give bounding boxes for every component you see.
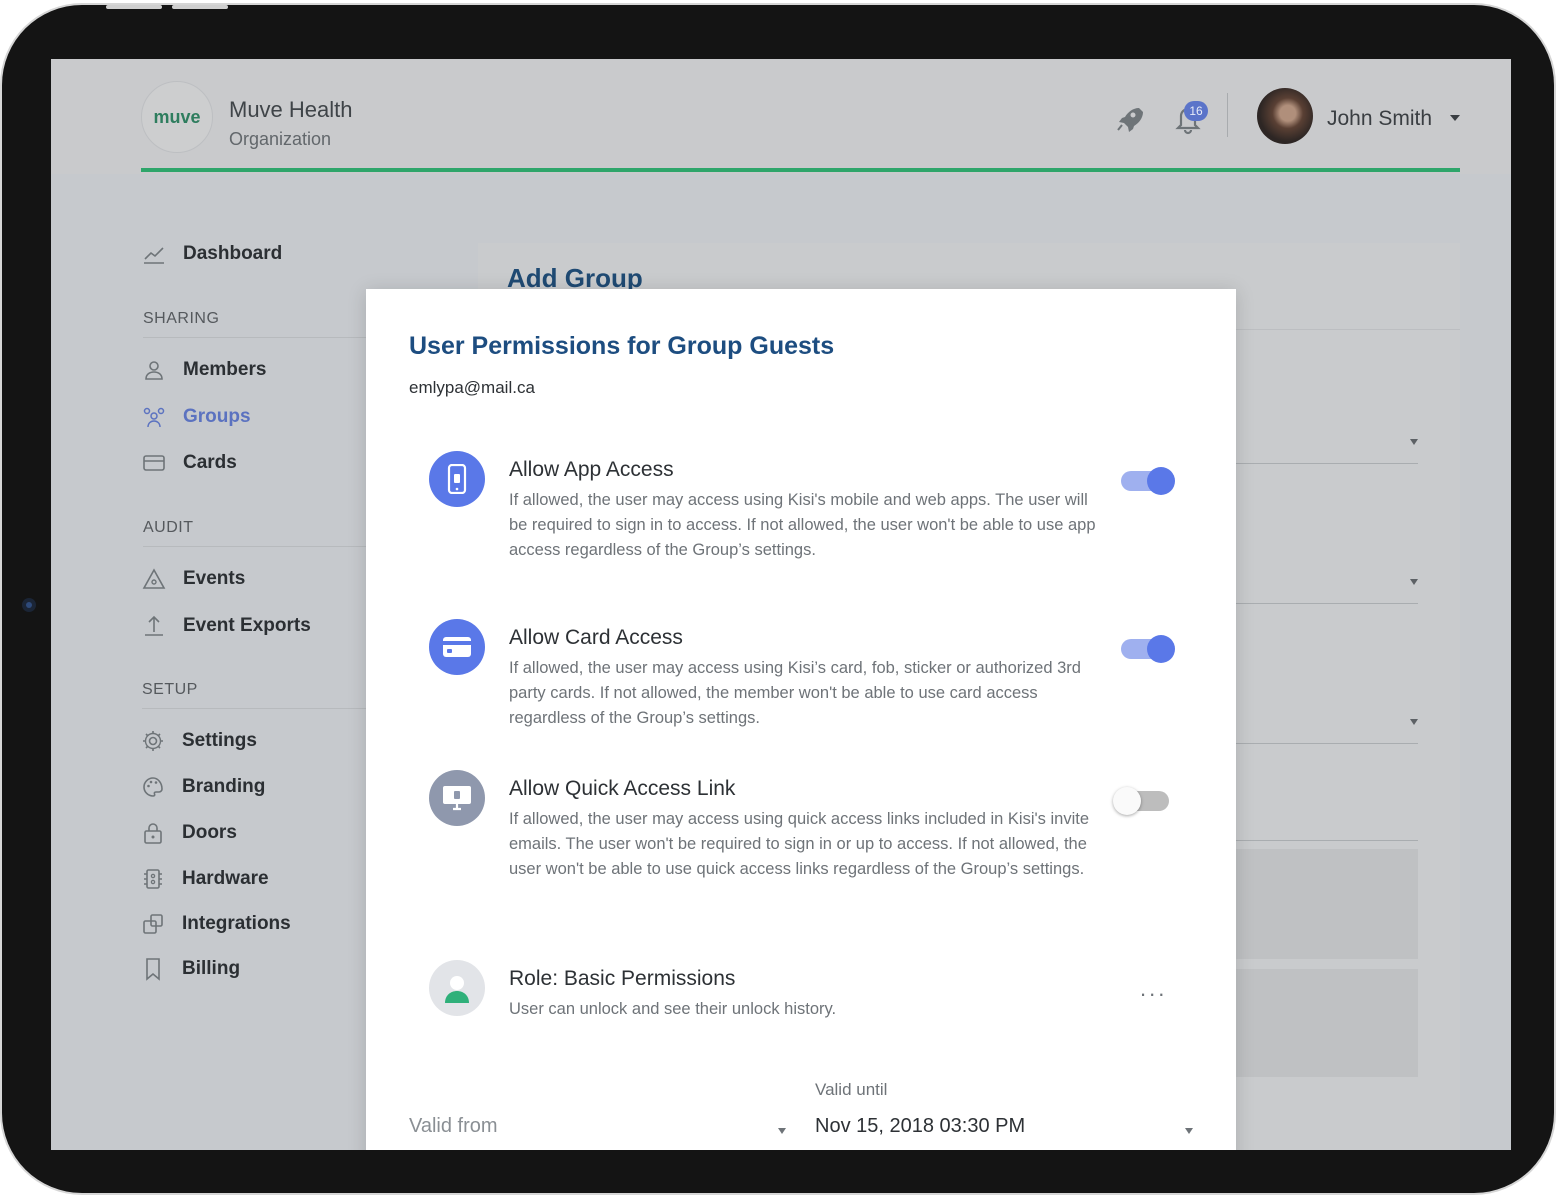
logo-text: muve [153,106,201,127]
sidebar-divider [143,546,367,547]
sidebar-item-label: Doors [182,822,237,843]
field-underline [1236,840,1418,841]
sidebar-item-events[interactable]: Events [142,567,245,591]
permission-description: If allowed, the user may access using qu… [509,810,1089,878]
sidebar-item-settings[interactable]: Settings [141,729,257,753]
modal-title: User Permissions for Group Guests [409,332,835,360]
sidebar-item-dashboard[interactable]: Dashboard [142,242,282,266]
permission-title: Allow Card Access [509,626,683,649]
org-subtitle: Organization [229,129,332,149]
more-options-icon[interactable]: ... [1140,976,1167,1002]
notification-badge: 16 [1184,101,1208,121]
sidebar-divider [143,337,367,338]
valid-until-field[interactable]: Nov 15, 2018 03:30 PM [815,1115,1025,1138]
lock-icon [144,823,162,844]
background-panel [1236,969,1418,1077]
permission-title: Allow Quick Access Link [509,777,736,800]
sidebar-item-doors[interactable]: Doors [141,821,237,845]
rocket-icon[interactable] [1113,103,1145,135]
valid-from-field[interactable]: Valid from [409,1115,498,1138]
toggle-knob [1147,635,1175,663]
caret-down-icon[interactable] [1410,719,1418,725]
sidebar-item-event-exports[interactable]: Event Exports [142,614,311,638]
chip-icon [144,869,162,889]
permission-description: If allowed, the user may access using Ki… [509,491,1096,559]
sidebar-divider [142,708,367,709]
sidebar-item-members[interactable]: Members [142,358,266,382]
sidebar-item-integrations[interactable]: Integrations [141,912,291,936]
permission-quick-access-link: Allow Quick Access Link If allowed, the … [409,770,1189,920]
group-icon [143,407,165,428]
org-logo[interactable]: muve [141,81,213,153]
caret-down-icon[interactable] [1410,439,1418,445]
sidebar-item-label: Events [183,568,246,589]
chart-line-icon [144,247,164,264]
sidebar-section-setup: SETUP [142,681,198,698]
permission-description: If allowed, the user may access using Ki… [509,659,1081,727]
sidebar-item-label: Event Exports [183,615,311,636]
sidebar-item-label: Billing [182,958,241,979]
caret-down-icon[interactable] [1185,1128,1193,1134]
user-avatar-icon [429,960,485,1016]
sidebar-item-billing[interactable]: Billing [141,957,240,981]
phone-icon [429,451,485,507]
user-email: emlypa@mail.ca [409,378,535,397]
toggle-knob [1147,467,1175,495]
sidebar-item-label: Cards [183,452,237,473]
palette-icon [143,777,163,797]
role-row: Role: Basic Permissions User can unlock … [409,960,1189,1030]
sidebar-section-audit: AUDIT [143,519,194,536]
device-button [106,5,162,9]
app-access-toggle[interactable] [1121,467,1175,495]
sidebar-item-cards[interactable]: Cards [142,451,237,475]
warning-icon [142,568,166,589]
credit-card-icon [143,455,165,471]
avatar[interactable] [1257,88,1313,144]
card-icon [429,619,485,675]
top-header: muve Muve Health Organization 16 John Sm… [51,59,1511,174]
tablet-frame: muve Muve Health Organization 16 John Sm… [2,5,1554,1193]
user-icon [145,361,163,380]
toggle-knob [1113,787,1141,815]
monitor-icon [429,770,485,826]
integrations-icon [143,914,163,934]
field-underline [1236,743,1418,744]
caret-down-icon[interactable] [1410,579,1418,585]
field-underline [1236,463,1418,464]
sidebar-item-label: Groups [183,406,251,427]
sidebar-item-label: Branding [182,776,266,797]
sidebar-item-label: Integrations [182,913,291,934]
permission-app-access: Allow App Access If allowed, the user ma… [409,451,1189,571]
bookmark-icon [146,958,160,981]
sidebar-item-label: Members [183,359,267,380]
sidebar-section-sharing: SHARING [143,310,220,327]
chevron-down-icon[interactable] [1450,115,1460,121]
app-screen: muve Muve Health Organization 16 John Sm… [51,59,1511,1150]
device-button [172,5,228,9]
gear-icon [143,731,163,751]
header-accent-line [141,168,1460,172]
role-description: User can unlock and see their unlock his… [509,1000,837,1018]
permission-card-access: Allow Card Access If allowed, the user m… [409,619,1189,739]
valid-until-label: Valid until [815,1080,888,1099]
permission-title: Allow App Access [509,458,674,481]
org-name[interactable]: Muve Health [229,97,353,123]
background-panel [1236,849,1418,959]
sidebar-item-hardware[interactable]: Hardware [141,867,269,891]
sidebar-item-groups[interactable]: Groups [142,405,251,429]
camera [22,598,36,612]
upload-icon [145,615,163,636]
sidebar-item-label: Settings [182,730,257,751]
role-title: Role: Basic Permissions [509,967,736,990]
caret-down-icon[interactable] [778,1128,786,1134]
header-divider [1227,93,1228,137]
user-name[interactable]: John Smith [1327,107,1432,131]
sidebar-item-label: Dashboard [183,243,283,264]
quick-access-toggle[interactable] [1113,787,1169,815]
sidebar-item-label: Hardware [182,868,269,889]
field-underline [1236,603,1418,604]
sidebar-item-branding[interactable]: Branding [141,775,265,799]
card-access-toggle[interactable] [1121,635,1175,663]
user-permissions-modal: User Permissions for Group Guests emlypa… [366,289,1236,1150]
